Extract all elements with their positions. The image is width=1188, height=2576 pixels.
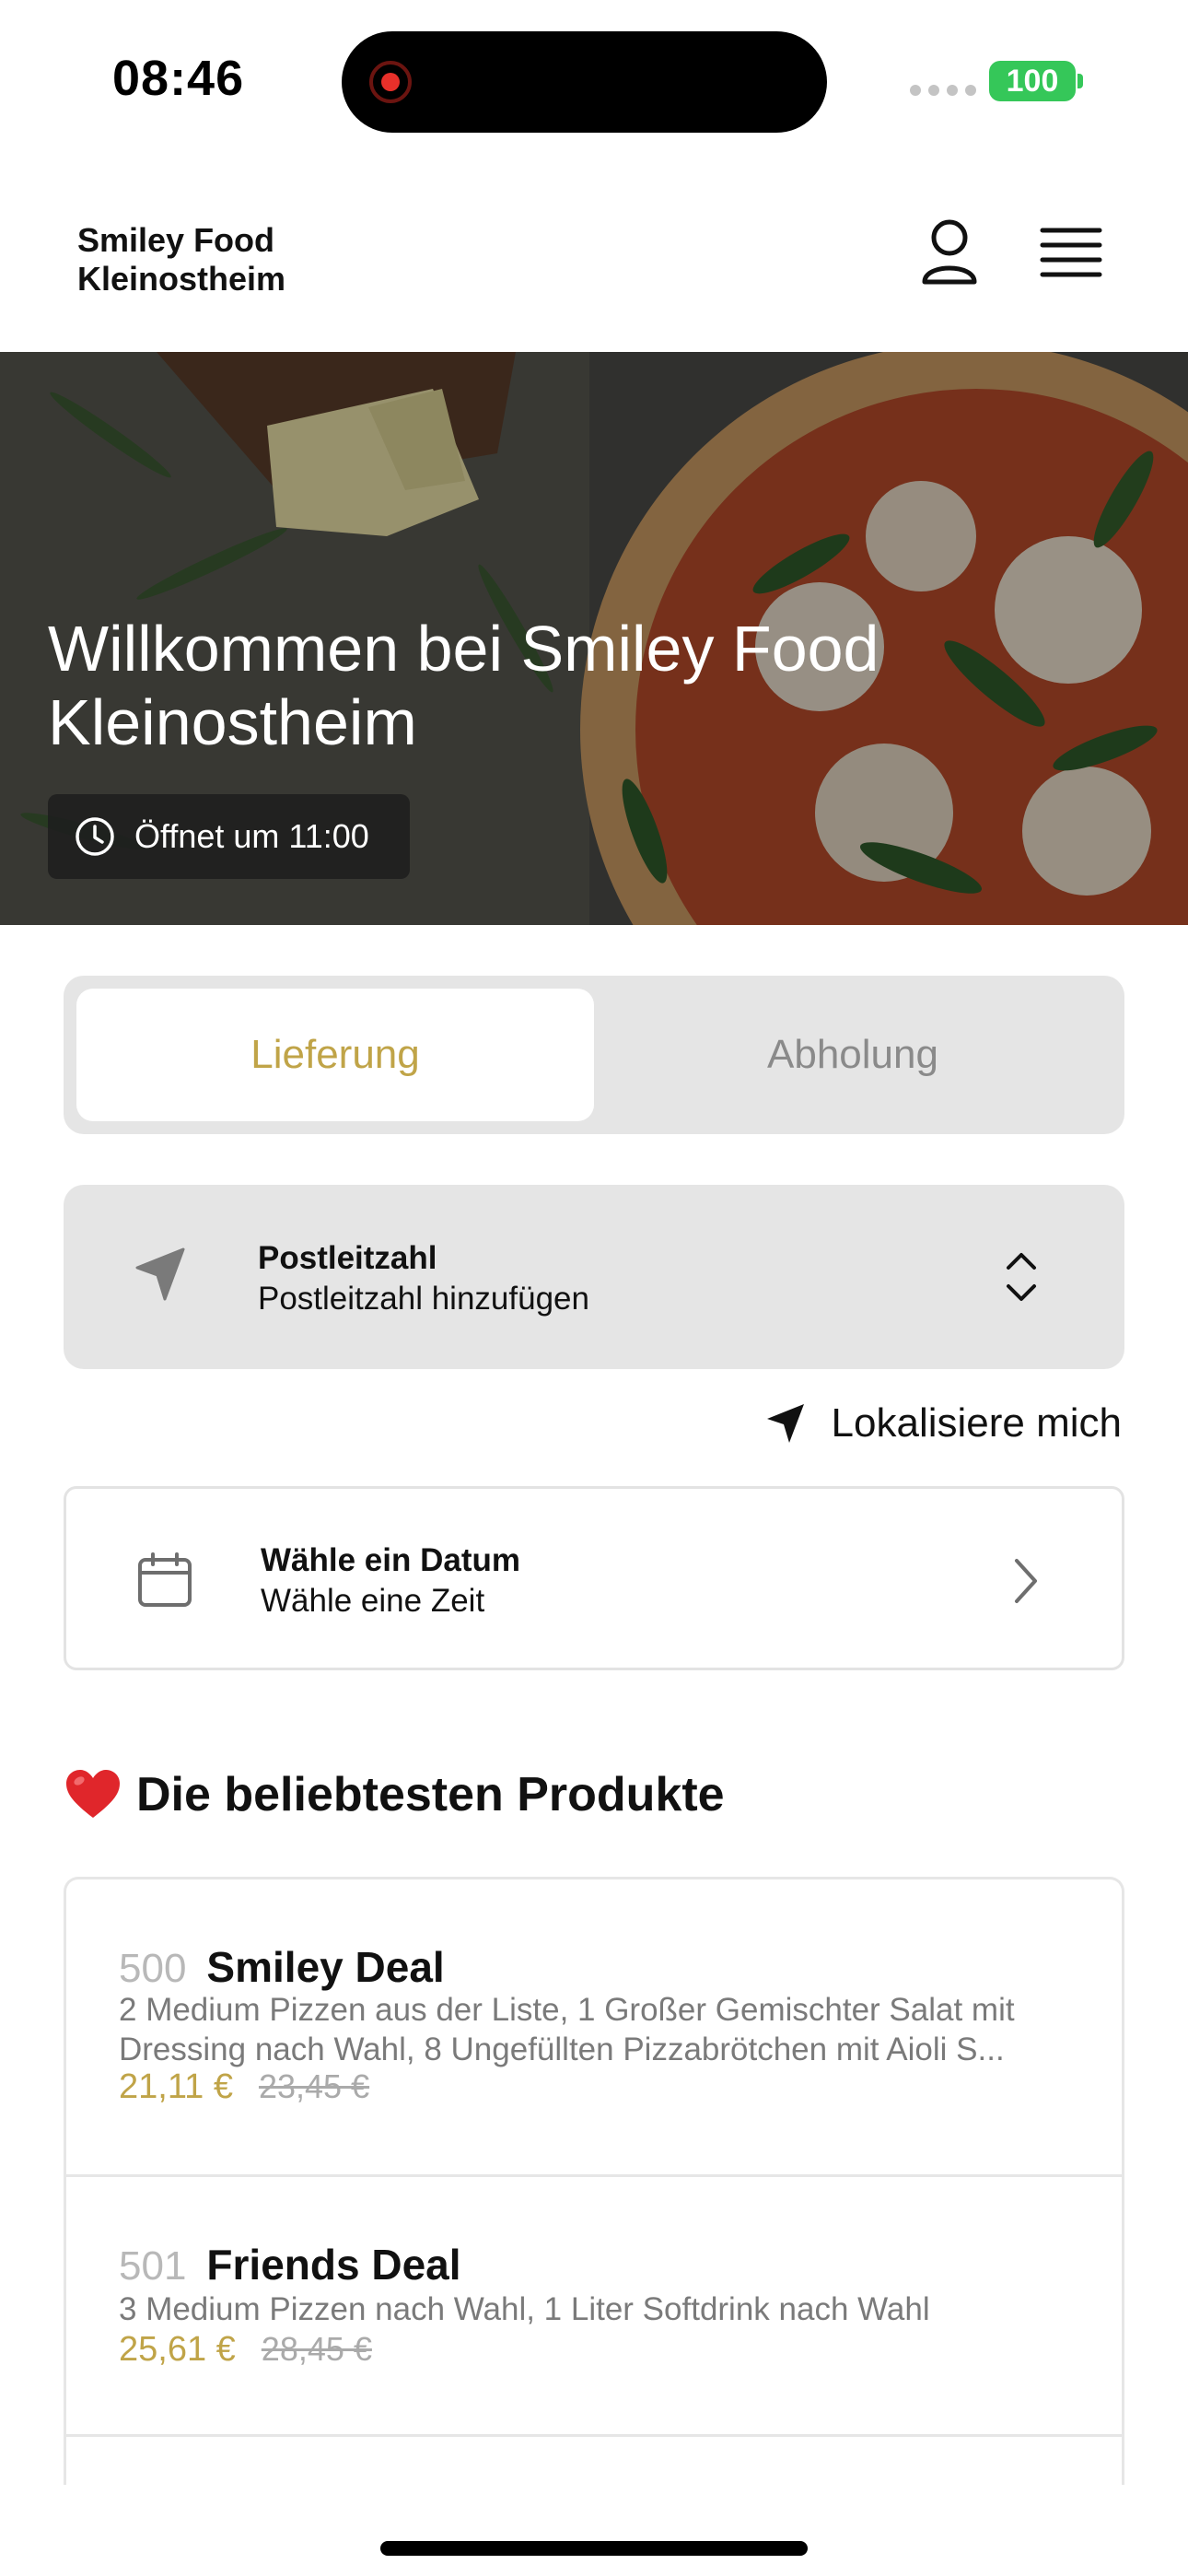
popular-products-list: 500 Smiley Deal 2 Medium Pizzen aus der … xyxy=(64,1877,1124,2485)
hero-banner: Willkommen bei Smiley Food Kleinostheim … xyxy=(0,352,1188,925)
battery-tip xyxy=(1077,74,1083,88)
status-bar: 08:46 100 xyxy=(0,0,1188,157)
home-indicator[interactable] xyxy=(380,2541,808,2556)
chevron-right-icon xyxy=(1015,1559,1037,1603)
postal-code-label: Postleitzahl xyxy=(258,1240,437,1276)
hamburger-menu-icon xyxy=(1040,228,1102,277)
product-card-friends-deal[interactable]: 501 Friends Deal 3 Medium Pizzen nach Wa… xyxy=(66,2177,1122,2437)
calendar-icon xyxy=(138,1552,192,1607)
brand-line-1: Smiley Food xyxy=(77,221,275,259)
product-number: 501 xyxy=(119,2243,187,2289)
opening-hours-badge: Öffnet um 11:00 xyxy=(48,794,410,879)
user-icon xyxy=(922,219,977,285)
location-arrow-icon xyxy=(766,1404,804,1443)
date-label: Wähle ein Datum xyxy=(261,1542,520,1578)
product-old-price: 28,45 € xyxy=(261,2330,372,2368)
chevron-up-down-icon xyxy=(1007,1253,1036,1301)
tab-delivery[interactable]: Lieferung xyxy=(76,989,594,1121)
menu-button[interactable] xyxy=(1039,225,1103,280)
product-description: 2 Medium Pizzen aus der Liste, 1 Großer … xyxy=(119,1990,1077,2069)
tab-pickup[interactable]: Abholung xyxy=(594,989,1112,1121)
product-price: 21,11 € xyxy=(119,2067,233,2106)
locate-me-label: Lokalisiere mich xyxy=(831,1400,1122,1446)
recording-icon xyxy=(369,61,412,103)
brand-line-2: Kleinostheim xyxy=(77,260,286,298)
opening-hours-text: Öffnet um 11:00 xyxy=(134,817,369,855)
product-card-smiley-deal[interactable]: 500 Smiley Deal 2 Medium Pizzen aus der … xyxy=(66,1879,1122,2177)
status-time: 08:46 xyxy=(112,51,245,106)
battery-icon: 100 xyxy=(989,61,1076,101)
postal-code-selector[interactable]: Postleitzahl Postleitzahl hinzufügen xyxy=(64,1185,1124,1369)
postal-code-placeholder: Postleitzahl hinzufügen xyxy=(258,1281,589,1317)
product-number: 500 xyxy=(119,1946,187,1991)
product-old-price: 23,45 € xyxy=(258,2067,370,2105)
product-name: Smiley Deal xyxy=(206,1943,445,1991)
brand-name[interactable]: Smiley Food Kleinostheim xyxy=(77,221,285,299)
order-mode-toggle: Lieferung Abholung xyxy=(64,976,1124,1134)
navigation-arrow-icon xyxy=(135,1247,185,1301)
app-header: Smiley Food Kleinostheim xyxy=(0,157,1188,352)
product-description: 3 Medium Pizzen nach Wahl, 1 Liter Softd… xyxy=(119,2289,1077,2329)
date-time-selector[interactable]: Wähle ein Datum Wähle eine Zeit xyxy=(64,1486,1124,1670)
dynamic-island xyxy=(342,31,827,133)
popular-heading-text: Die beliebtesten Produkte xyxy=(136,1768,725,1821)
time-label: Wähle eine Zeit xyxy=(261,1583,485,1619)
popular-products-heading: Die beliebtesten Produkte xyxy=(64,1767,725,1822)
cellular-signal-icon xyxy=(910,85,976,96)
hero-title: Willkommen bei Smiley Food Kleinostheim xyxy=(48,613,879,758)
profile-button[interactable] xyxy=(917,216,982,289)
product-description-line-1: 3 Medium Pizzen nach Wahl, 1 Liter Softd… xyxy=(119,2291,930,2327)
product-name: Friends Deal xyxy=(206,2241,461,2289)
product-price: 25,61 € xyxy=(119,2330,236,2369)
product-description-line-1: 2 Medium Pizzen aus der Liste, 1 Großer … xyxy=(119,1992,1015,2028)
product-description-line-2: Dressing nach Wahl, 8 Ungefüllten Pizzab… xyxy=(119,2032,1005,2067)
heart-icon xyxy=(66,1770,120,1818)
clock-icon xyxy=(76,817,114,856)
locate-me-button[interactable]: Lokalisiere mich xyxy=(765,1400,1122,1446)
